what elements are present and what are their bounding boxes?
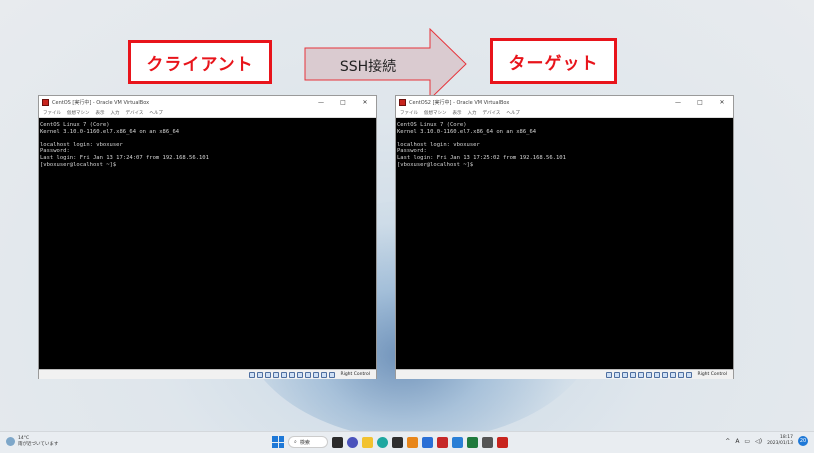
menu-devices[interactable]: デバイス <box>483 110 501 116</box>
mouse-integration-icon[interactable] <box>678 371 685 378</box>
clock-date: 2023/01/13 <box>767 441 793 446</box>
maximize-button[interactable]: □ <box>689 99 711 106</box>
virtualbox-icon <box>42 99 49 106</box>
menu-view[interactable]: 表示 <box>453 110 462 116</box>
cpu-icon[interactable] <box>670 371 677 378</box>
vm-console[interactable]: CentOS Linux 7 (Core) Kernel 3.10.0-1160… <box>396 118 733 369</box>
menu-input[interactable]: 入力 <box>111 110 120 116</box>
clock[interactable]: 18:17 2023/01/13 <box>767 435 793 447</box>
minimize-button[interactable]: — <box>310 99 332 106</box>
start-button[interactable] <box>272 436 284 448</box>
vm-window-title: CentOS2 [実行中] - Oracle VM VirtualBox <box>409 100 510 106</box>
shared-folder-icon[interactable] <box>289 371 296 378</box>
shared-folder-icon[interactable] <box>646 371 653 378</box>
virtualbox-taskbar-icon[interactable] <box>497 436 508 448</box>
usb-icon[interactable] <box>281 371 288 378</box>
app-icon-4[interactable] <box>482 436 493 448</box>
audio-icon[interactable] <box>265 371 272 378</box>
chat-icon[interactable] <box>347 436 358 448</box>
vm-statusbar: Right Control <box>39 369 376 379</box>
host-key-label: Right Control <box>697 372 727 377</box>
app-icon-3[interactable] <box>437 436 448 448</box>
system-tray: ^ A ▭ ◁) 18:17 2023/01/13 20 <box>725 435 808 447</box>
weather-text: 雨が近づいています <box>18 441 59 447</box>
close-button[interactable]: ✕ <box>711 99 733 106</box>
hdd-icon[interactable] <box>606 371 613 378</box>
store-icon[interactable] <box>392 436 403 448</box>
recording-icon[interactable] <box>305 371 312 378</box>
maximize-button[interactable]: □ <box>332 99 354 106</box>
recording-icon[interactable] <box>662 371 669 378</box>
target-label: ターゲット <box>490 38 617 84</box>
vscode-icon[interactable] <box>452 436 463 448</box>
vm-window-title: CentOS [実行中] - Oracle VM VirtualBox <box>52 100 150 106</box>
keyboard-icon[interactable] <box>329 371 336 378</box>
menu-view[interactable]: 表示 <box>96 110 105 116</box>
menu-file[interactable]: ファイル <box>400 110 418 116</box>
client-label: クライアント <box>128 40 272 84</box>
network-icon[interactable] <box>273 371 280 378</box>
menu-help[interactable]: ヘルプ <box>506 110 520 116</box>
excel-icon[interactable] <box>467 436 478 448</box>
ime-indicator[interactable]: A <box>735 438 739 445</box>
host-key-label: Right Control <box>340 372 370 377</box>
vm-titlebar[interactable]: CentOS [実行中] - Oracle VM VirtualBox — □ … <box>39 96 376 109</box>
vm-menubar: ファイル 仮想マシン 表示 入力 デバイス ヘルプ <box>396 109 733 118</box>
vm-window-client[interactable]: CentOS [実行中] - Oracle VM VirtualBox — □ … <box>38 95 377 379</box>
display-icon[interactable] <box>654 371 661 378</box>
cpu-icon[interactable] <box>313 371 320 378</box>
taskbar: 14°C 雨が近づいています ⌕ 検索 ^ A ▭ ◁) 18:17 2023/… <box>0 431 814 453</box>
vm-console[interactable]: CentOS Linux 7 (Core) Kernel 3.10.0-1160… <box>39 118 376 369</box>
menu-machine[interactable]: 仮想マシン <box>67 110 90 116</box>
task-view-icon[interactable] <box>332 436 343 448</box>
vm-menubar: ファイル 仮想マシン 表示 入力 デバイス ヘルプ <box>39 109 376 118</box>
app-icon-2[interactable] <box>422 436 433 448</box>
menu-devices[interactable]: デバイス <box>126 110 144 116</box>
network-icon[interactable] <box>630 371 637 378</box>
usb-icon[interactable] <box>638 371 645 378</box>
edge-icon[interactable] <box>377 436 388 448</box>
taskbar-apps: ⌕ 検索 <box>272 436 508 448</box>
audio-icon[interactable] <box>622 371 629 378</box>
search-icon: ⌕ <box>294 439 297 445</box>
vm-window-target[interactable]: CentOS2 [実行中] - Oracle VM VirtualBox — □… <box>395 95 734 379</box>
taskbar-search[interactable]: ⌕ 検索 <box>288 436 328 448</box>
optical-drive-icon[interactable] <box>614 371 621 378</box>
notification-badge[interactable]: 20 <box>798 436 808 446</box>
vm-titlebar[interactable]: CentOS2 [実行中] - Oracle VM VirtualBox — □… <box>396 96 733 109</box>
vm-statusbar: Right Control <box>396 369 733 379</box>
ssh-arrow-label: SSH接続 <box>339 59 397 75</box>
hdd-icon[interactable] <box>249 371 256 378</box>
menu-input[interactable]: 入力 <box>468 110 477 116</box>
volume-icon[interactable]: ◁) <box>755 438 762 445</box>
virtualbox-icon <box>399 99 406 106</box>
display-tray-icon[interactable]: ▭ <box>744 438 750 445</box>
menu-machine[interactable]: 仮想マシン <box>424 110 447 116</box>
optical-drive-icon[interactable] <box>257 371 264 378</box>
mouse-integration-icon[interactable] <box>321 371 328 378</box>
menu-help[interactable]: ヘルプ <box>149 110 163 116</box>
search-label: 検索 <box>299 439 310 446</box>
minimize-button[interactable]: — <box>667 99 689 106</box>
close-button[interactable]: ✕ <box>354 99 376 106</box>
weather-widget[interactable]: 14°C 雨が近づいています <box>6 436 58 447</box>
menu-file[interactable]: ファイル <box>43 110 61 116</box>
app-icon-1[interactable] <box>407 436 418 448</box>
keyboard-icon[interactable] <box>686 371 693 378</box>
weather-icon <box>6 437 15 446</box>
file-explorer-icon[interactable] <box>362 436 373 448</box>
tray-chevron-icon[interactable]: ^ <box>725 438 730 445</box>
display-icon[interactable] <box>297 371 304 378</box>
